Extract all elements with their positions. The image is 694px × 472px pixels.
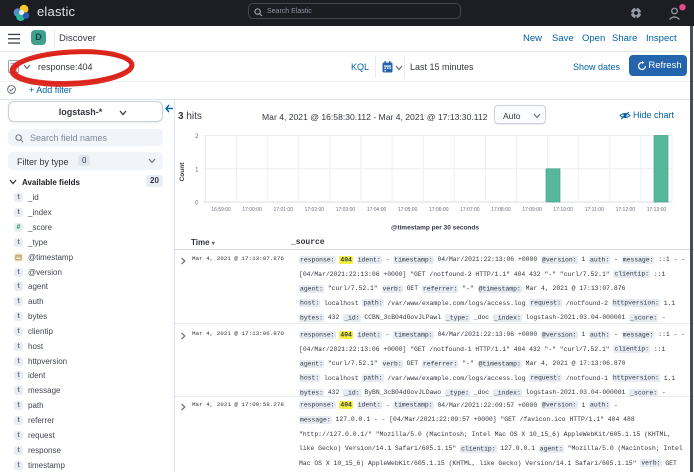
- svg-text:17:07:00: 17:07:00: [460, 207, 480, 213]
- svg-text:17:12:00: 17:12:00: [616, 207, 636, 213]
- svg-text:17:06:00: 17:06:00: [429, 207, 449, 213]
- svg-text:17:08:00: 17:08:00: [491, 207, 511, 213]
- svg-text:17:09:00: 17:09:00: [522, 207, 542, 213]
- svg-text:Count: Count: [179, 162, 186, 182]
- svg-text:17:01:00: 17:01:00: [274, 207, 294, 213]
- svg-text:16:59:00: 16:59:00: [211, 207, 231, 213]
- svg-text:1: 1: [195, 167, 199, 173]
- svg-text:0: 0: [195, 201, 199, 207]
- svg-text:17:05:00: 17:05:00: [398, 207, 418, 213]
- svg-text:17:03:00: 17:03:00: [336, 207, 356, 213]
- svg-text:17:11:00: 17:11:00: [585, 207, 604, 213]
- svg-text:17:00:00: 17:00:00: [242, 207, 262, 213]
- svg-text:17:13:00: 17:13:00: [647, 207, 667, 213]
- svg-text:17:04:00: 17:04:00: [367, 207, 387, 213]
- svg-text:17:02:00: 17:02:00: [305, 207, 325, 213]
- svg-text:17:10:00: 17:10:00: [553, 207, 573, 213]
- svg-text:2: 2: [195, 134, 199, 140]
- svg-text:@timestamp per 30 seconds: @timestamp per 30 seconds: [391, 225, 479, 232]
